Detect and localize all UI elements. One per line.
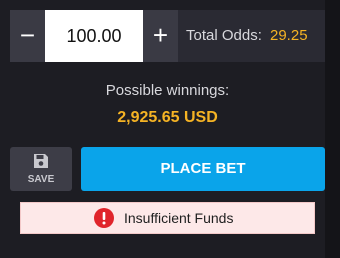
- increment-stake-button[interactable]: +: [143, 10, 178, 62]
- betslip-panel: − + Total Odds: 29.25 Possible winnings:…: [0, 0, 325, 258]
- save-label: SAVE: [27, 174, 55, 185]
- stake-input[interactable]: [45, 10, 143, 62]
- save-disk-icon: [34, 154, 48, 168]
- scroll-rail: [325, 0, 340, 258]
- possible-winnings-value: 2,925.65 USD: [117, 109, 218, 126]
- stake-row: − + Total Odds: 29.25: [10, 10, 325, 62]
- exclamation-circle-icon: [94, 208, 114, 228]
- insufficient-funds-alert: Insufficient Funds: [20, 202, 315, 234]
- alert-message: Insufficient Funds: [124, 210, 234, 226]
- possible-winnings-label: Possible winnings:: [105, 82, 230, 99]
- total-odds-label: Total Odds:: [186, 27, 262, 44]
- save-button[interactable]: SAVE: [10, 147, 72, 191]
- place-bet-button[interactable]: PLACE BET: [81, 147, 325, 191]
- decrement-stake-button[interactable]: −: [10, 10, 45, 62]
- total-odds-value: 29.25: [270, 27, 308, 44]
